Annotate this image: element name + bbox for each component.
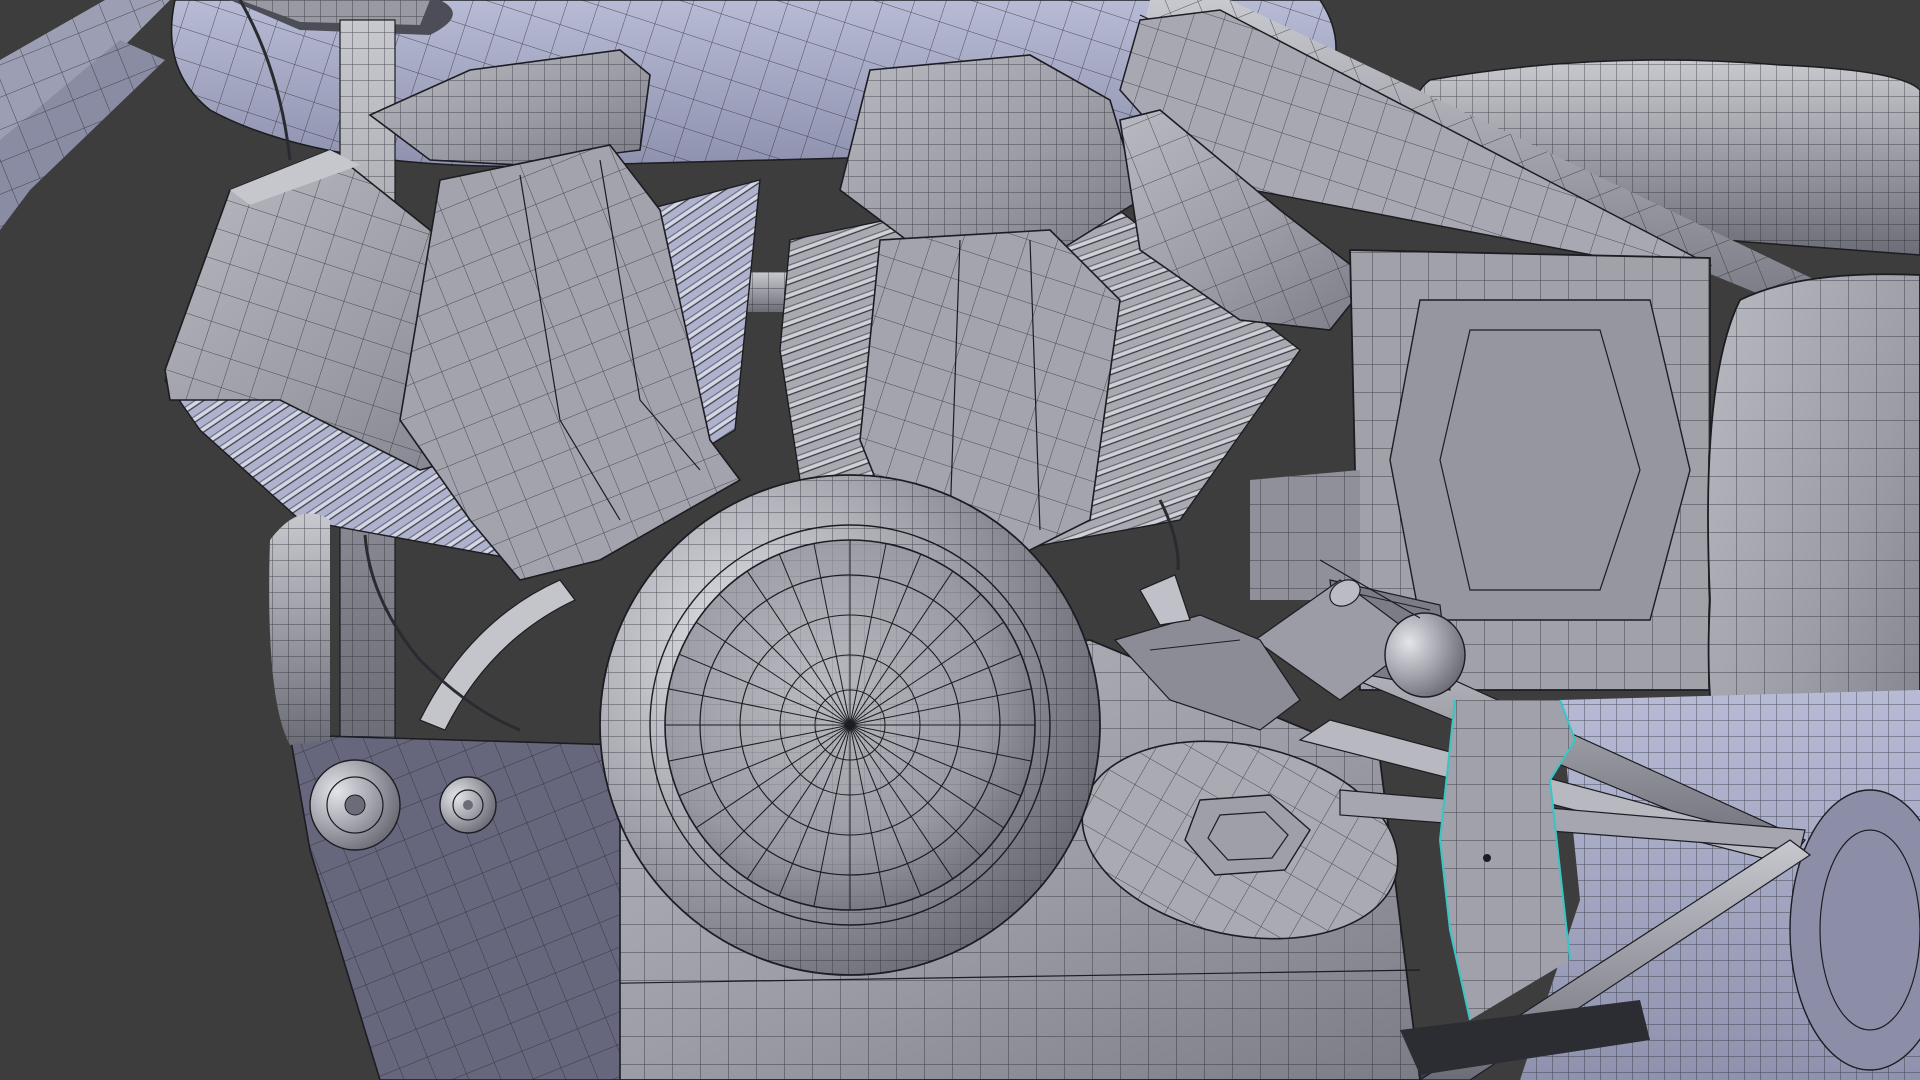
mesh-scene[interactable] [0, 0, 1920, 1080]
3d-viewport[interactable] [0, 0, 1920, 1080]
primary-disc-cover[interactable] [599, 474, 1101, 976]
